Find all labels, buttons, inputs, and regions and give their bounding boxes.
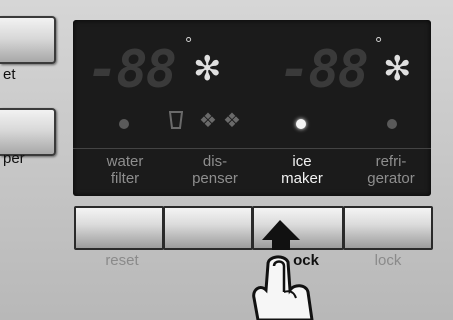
freezer-temp-readout: -88 — [87, 40, 177, 100]
refrigerator-indicator — [387, 119, 397, 129]
side-button-top[interactable] — [0, 16, 56, 64]
snowflake-icon: ✻ — [193, 50, 222, 88]
reset-button-label: reset — [105, 252, 139, 269]
snowflake-icon: ✻ — [383, 50, 412, 88]
ice-cubes-icon: ❖ — [199, 110, 217, 132]
side-button-bottom[interactable] — [0, 108, 56, 156]
lock-button-label: lock — [374, 252, 402, 269]
dispenser-label: dis- penser — [192, 153, 238, 187]
reset-button[interactable] — [74, 206, 164, 250]
pointing-hand-icon — [252, 220, 314, 320]
lock-button[interactable] — [343, 206, 433, 250]
side-button-top-label: et — [3, 66, 16, 83]
led-display: -88 ° ✻ -88 ° ✻ ❖ ❖ water filter dis- pe… — [73, 20, 431, 196]
refrigerator-label: refri- gerator — [367, 153, 415, 187]
ice-maker-label: ice maker — [281, 153, 323, 187]
crushed-ice-icon: ❖ — [223, 110, 241, 132]
degree-symbol-right: ° — [375, 34, 383, 54]
degree-symbol-left: ° — [185, 34, 193, 54]
water-filter-indicator — [119, 119, 129, 129]
display-divider — [73, 148, 431, 149]
water-filter-label: water filter — [106, 153, 144, 187]
fridge-temp-readout: -88 — [279, 40, 369, 100]
water-glass-icon — [168, 110, 184, 134]
ice-maker-indicator — [296, 119, 306, 129]
side-button-bottom-label: per — [3, 150, 25, 167]
